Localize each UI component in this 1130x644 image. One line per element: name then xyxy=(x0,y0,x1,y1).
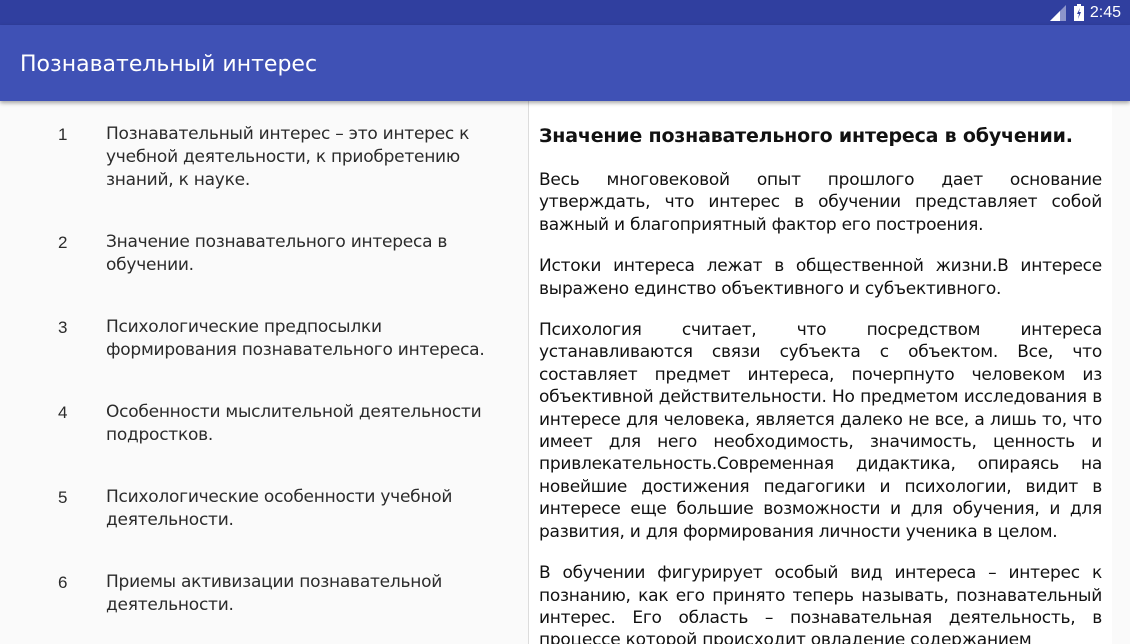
toc-item-number: 1 xyxy=(58,125,68,144)
toc-item-label: Особенности мыслительной деятельности по… xyxy=(106,402,482,445)
app-title: Познавательный интерес xyxy=(20,52,318,77)
article-paragraph: Истоки интереса лежат в общественной жиз… xyxy=(539,256,1102,299)
toc-item-label: Значение познавательного интереса в обуч… xyxy=(106,232,448,275)
toc-list: 1 Познавательный интерес – это интерес к… xyxy=(0,101,528,644)
toc-item-number: 3 xyxy=(58,318,68,337)
article-paragraph: Весь многовековой опыт прошлого дает осн… xyxy=(539,170,1102,235)
toc-item-number: 5 xyxy=(58,488,68,507)
status-time: 2:45 xyxy=(1089,3,1121,21)
toc-item-number: 6 xyxy=(58,573,68,592)
toc-item-number: 2 xyxy=(58,233,68,252)
toc-item-label: Познавательный интерес – это интерес к у… xyxy=(106,124,470,190)
article-content: Значение познавательного интереса в обуч… xyxy=(539,123,1102,644)
article-paragraph: Психология считает, что посредством инте… xyxy=(539,320,1102,542)
toc-item-label: Приемы активизации познавательной деятел… xyxy=(106,572,443,615)
signal-icon xyxy=(1049,4,1066,21)
battery-icon xyxy=(1073,4,1084,21)
toc-item-number: 4 xyxy=(58,403,68,422)
right-margin xyxy=(1112,101,1130,644)
article-heading: Значение познавательного интереса в обуч… xyxy=(539,125,1073,147)
status-bar: 2:45 xyxy=(0,0,1130,25)
app-bar: Познавательный интерес xyxy=(0,25,1130,101)
toc-item-label: Психологические особенности учебной деят… xyxy=(106,487,453,530)
article-paragraph: В обучении фигурирует особый вид интерес… xyxy=(539,563,1102,644)
toc-item-label: Психологические предпосылки формирования… xyxy=(106,317,485,360)
article-pane[interactable]: Значение познавательного интереса в обуч… xyxy=(529,101,1112,644)
